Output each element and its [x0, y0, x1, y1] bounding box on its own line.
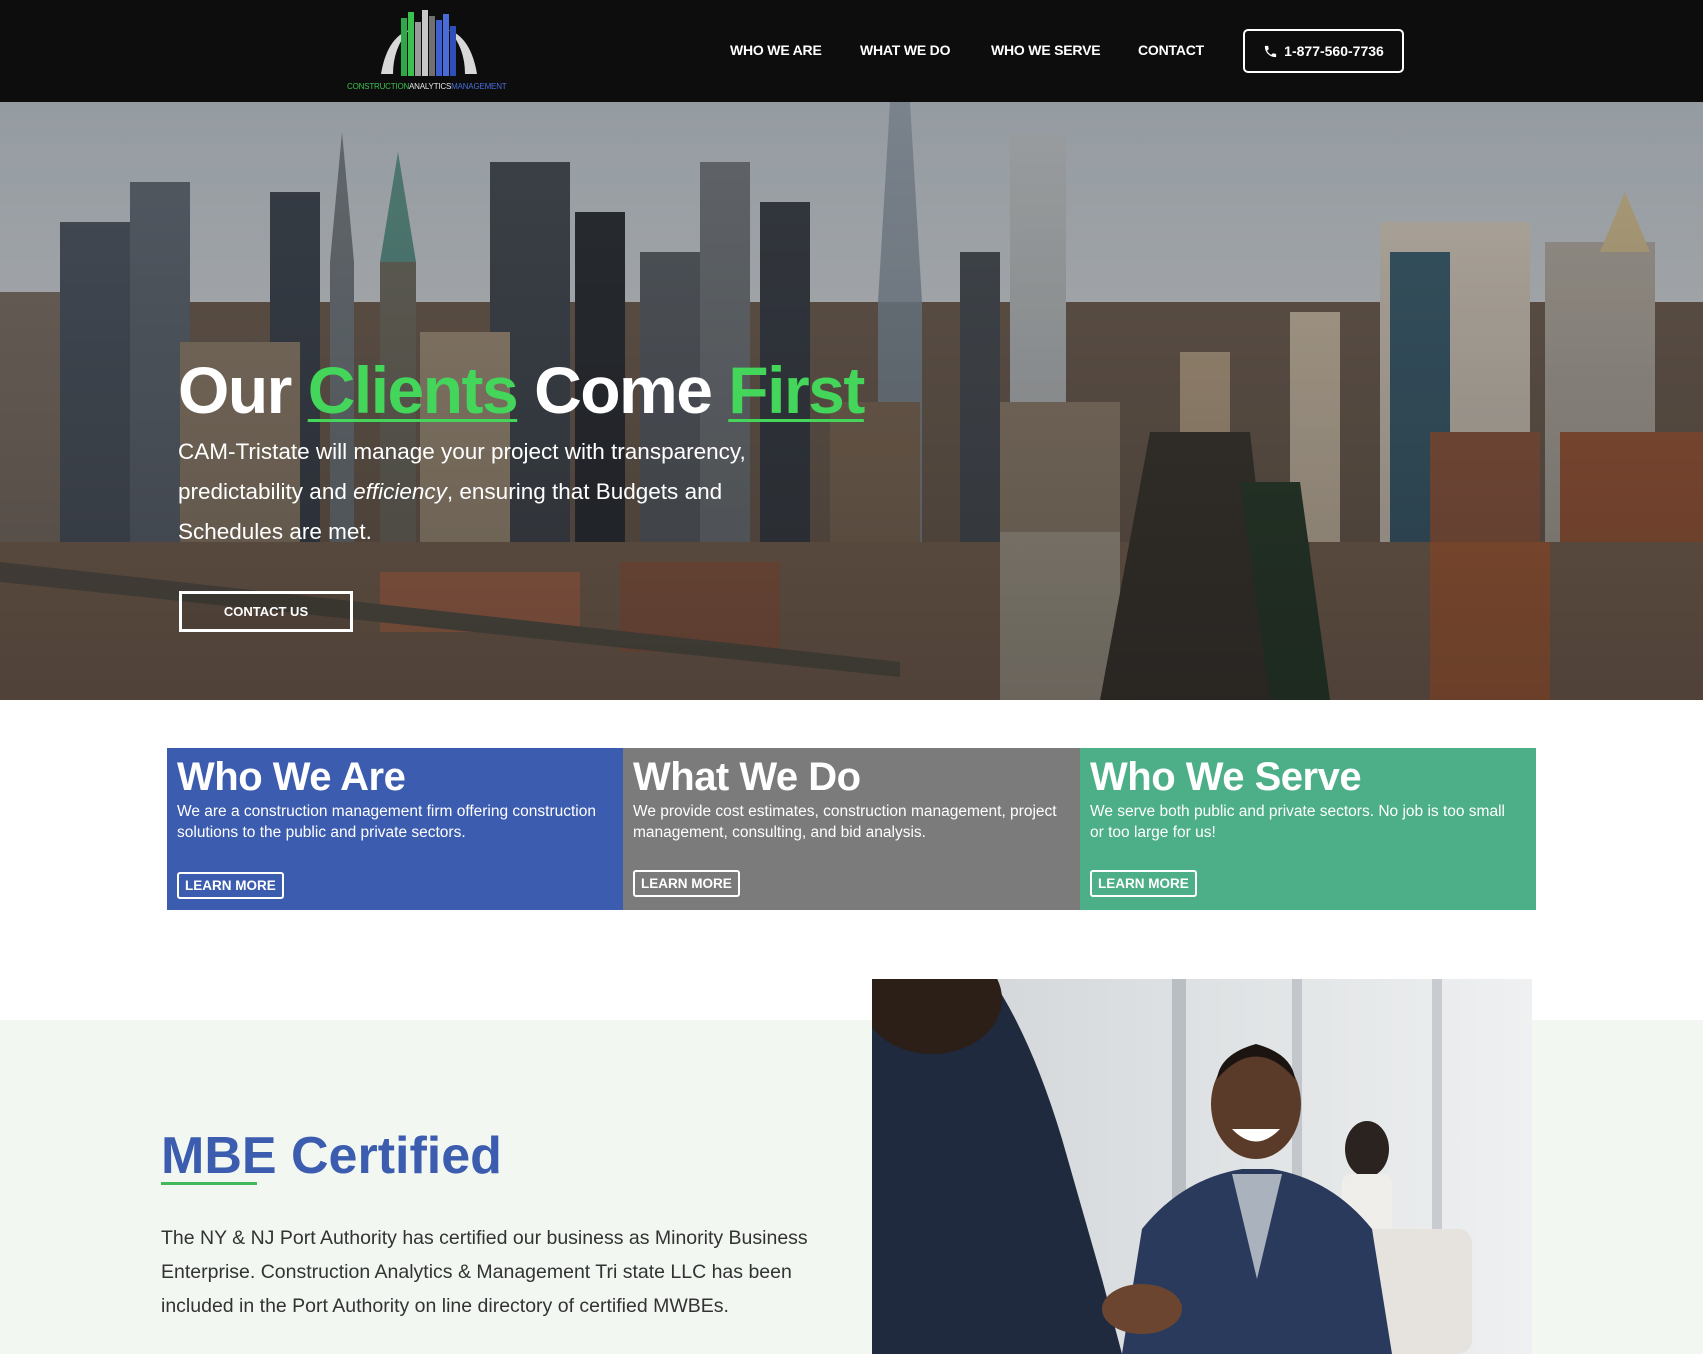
hero-section: Our Clients Come First CAM-Tristate will…: [0, 102, 1703, 700]
learn-more-button[interactable]: LEARN MORE: [177, 872, 284, 899]
company-logo[interactable]: CONSTRUCTIONANALYTICSMANAGEMENT: [347, 8, 511, 96]
learn-more-button[interactable]: LEARN MORE: [1090, 870, 1197, 897]
feature-title: Who We Serve: [1090, 755, 1362, 799]
nav-who-we-are[interactable]: WHO WE ARE: [730, 42, 822, 58]
nav-who-we-serve[interactable]: WHO WE SERVE: [991, 42, 1101, 58]
feature-boxes: Who We Are We are a construction managem…: [167, 748, 1536, 910]
feature-who-we-serve: Who We Serve We serve both public and pr…: [1080, 748, 1536, 910]
mbe-body-text: The NY & NJ Port Authority has certified…: [161, 1227, 808, 1317]
mbe-heading: MBE Certified: [161, 1127, 502, 1185]
business-meeting-image: [872, 979, 1532, 1354]
logo-wordmark: CONSTRUCTIONANALYTICSMANAGEMENT: [347, 82, 507, 91]
feature-title: Who We Are: [177, 755, 406, 799]
site-header: CONSTRUCTIONANALYTICSMANAGEMENT WHO WE A…: [0, 0, 1703, 102]
phone-button[interactable]: 1-877-560-7736: [1243, 29, 1404, 73]
learn-more-button[interactable]: LEARN MORE: [633, 870, 740, 897]
feature-description: We are a construction management firm of…: [177, 803, 596, 841]
hero-subtitle-emphasis: efficiency: [353, 479, 447, 504]
hero-word-clients: Clients: [307, 353, 519, 427]
feature-what-we-do: What We Do We provide cost estimates, co…: [623, 748, 1080, 910]
hero-subtitle: CAM-Tristate will manage your project wi…: [178, 432, 818, 552]
contact-us-button[interactable]: CONTACT US: [179, 591, 353, 632]
nav-what-we-do[interactable]: WHAT WE DO: [860, 42, 950, 58]
heading-underline: [161, 1182, 257, 1185]
feature-title: What We Do: [633, 755, 861, 799]
feature-description: We serve both public and private sectors…: [1090, 803, 1505, 841]
handshake-photo: [872, 979, 1532, 1354]
hero-word-first: First: [728, 353, 865, 427]
hero-word-come: Come: [534, 353, 713, 427]
feature-description: We provide cost estimates, construction …: [633, 803, 1057, 841]
hero-heading: Our Clients Come First: [178, 352, 865, 428]
feature-who-we-are: Who We Are We are a construction managem…: [167, 748, 623, 910]
logo-skyline-icon: [381, 10, 477, 76]
phone-number: 1-877-560-7736: [1284, 43, 1384, 59]
nav-contact[interactable]: CONTACT: [1138, 42, 1204, 58]
phone-icon: [1265, 45, 1277, 57]
hero-word-our: Our: [178, 353, 292, 427]
